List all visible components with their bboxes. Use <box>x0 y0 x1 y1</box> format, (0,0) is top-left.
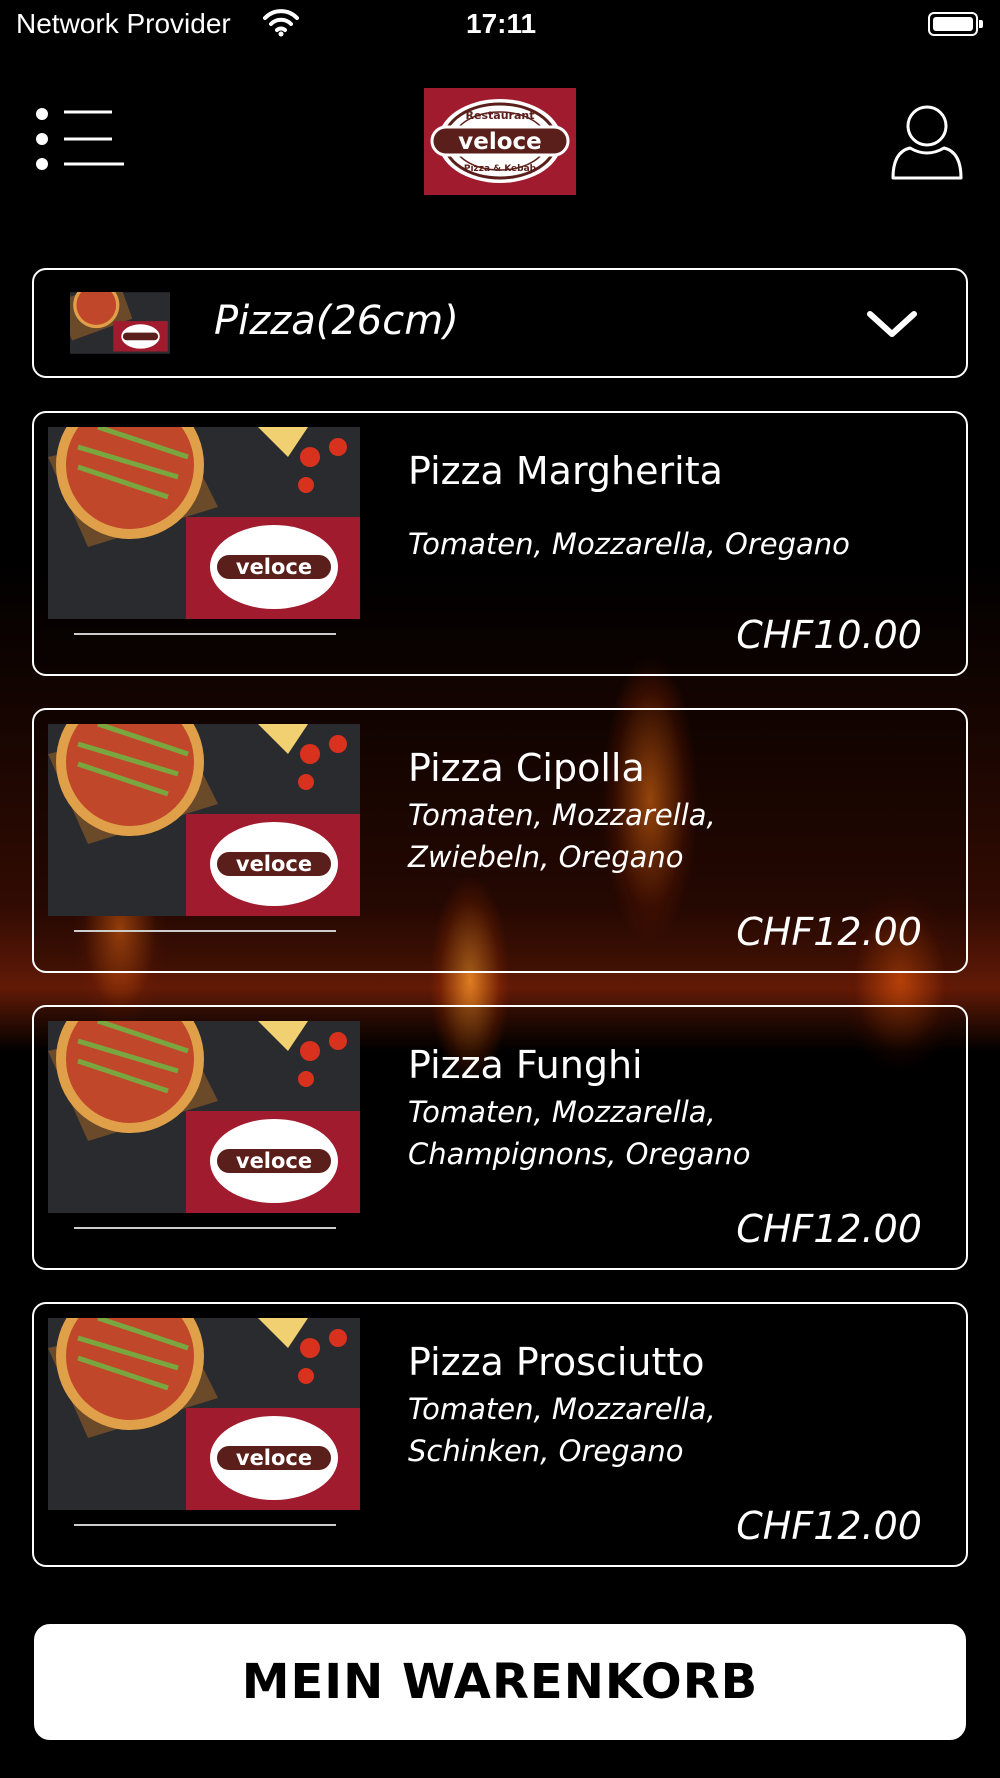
item-description-line: Tomaten, Mozzarella, <box>408 1095 716 1129</box>
pizza-image: veloce <box>48 724 360 916</box>
cart-button-label: MEIN WARENKORB <box>241 1654 759 1710</box>
item-name: Pizza Funghi <box>408 1043 643 1087</box>
wifi-icon <box>263 9 299 37</box>
item-price: CHF12.00 <box>736 1504 922 1548</box>
item-name: Pizza Prosciutto <box>408 1340 705 1384</box>
menu-item[interactable]: veloce Pizza Prosciutto Tomaten, Mozzare… <box>32 1302 968 1567</box>
item-description: Tomaten, Mozzarella, Oregano <box>408 523 928 565</box>
svg-text:veloce: veloce <box>236 852 312 876</box>
user-icon[interactable] <box>890 102 964 182</box>
cart-button[interactable]: MEIN WARENKORB <box>32 1622 968 1742</box>
item-description: Tomaten, Mozzarella, Champignons, Oregan… <box>408 1091 928 1175</box>
svg-text:Restaurant: Restaurant <box>466 109 535 122</box>
image-divider <box>74 930 336 932</box>
carrier-name: Network Provider <box>16 8 231 39</box>
menu-item[interactable]: veloce Pizza Cipolla Tomaten, Mozzarella… <box>32 708 968 973</box>
pizza-image: veloce <box>48 1318 360 1510</box>
pizza-image: veloce <box>48 1021 360 1213</box>
category-thumbnail <box>70 292 170 354</box>
image-divider <box>74 1524 336 1526</box>
pizza-image: veloce <box>48 427 360 619</box>
item-description: Tomaten, Mozzarella, Zwiebeln, Oregano <box>408 794 928 878</box>
status-time: 17:11 <box>466 8 537 39</box>
svg-text:veloce: veloce <box>458 129 542 155</box>
menu-item[interactable]: veloce Pizza Funghi Tomaten, Mozzarella,… <box>32 1005 968 1270</box>
item-price: CHF12.00 <box>736 1207 922 1251</box>
item-price: CHF10.00 <box>736 613 922 657</box>
category-dropdown[interactable]: Pizza(26cm) <box>32 268 968 378</box>
battery-icon <box>928 12 983 36</box>
restaurant-logo: veloce Restaurant Pizza & Kebab <box>424 88 576 195</box>
menu-list-icon[interactable] <box>34 106 126 172</box>
svg-text:Pizza & Kebab: Pizza & Kebab <box>464 164 537 174</box>
item-description-line: Tomaten, Mozzarella, <box>408 1392 716 1426</box>
item-description-line: Tomaten, Mozzarella, <box>408 798 716 832</box>
item-description-line: Schinken, Oregano <box>408 1434 684 1468</box>
item-description-line: Tomaten, Mozzarella, Oregano <box>408 527 850 561</box>
image-divider <box>74 1227 336 1229</box>
item-description-line: Champignons, Oregano <box>408 1137 751 1171</box>
svg-text:veloce: veloce <box>236 1149 312 1173</box>
svg-text:veloce: veloce <box>236 555 312 579</box>
item-description: Tomaten, Mozzarella, Schinken, Oregano <box>408 1388 928 1472</box>
item-name: Pizza Margherita <box>408 449 723 493</box>
item-price: CHF12.00 <box>736 910 922 954</box>
svg-text:veloce: veloce <box>236 1446 312 1470</box>
veloce-logo-graphic: veloce Restaurant Pizza & Kebab <box>430 99 570 183</box>
item-description-line: Zwiebeln, Oregano <box>408 840 684 874</box>
menu-item[interactable]: veloce Pizza Margherita Tomaten, Mozzare… <box>32 411 968 676</box>
menu-item-list: veloce Pizza Margherita Tomaten, Mozzare… <box>32 411 968 1599</box>
item-name: Pizza Cipolla <box>408 746 645 790</box>
chevron-down-icon[interactable] <box>864 304 920 344</box>
status-bar: Network Provider 17:11 <box>0 0 1000 52</box>
image-divider <box>74 633 336 635</box>
category-label: Pizza(26cm) <box>214 298 459 344</box>
